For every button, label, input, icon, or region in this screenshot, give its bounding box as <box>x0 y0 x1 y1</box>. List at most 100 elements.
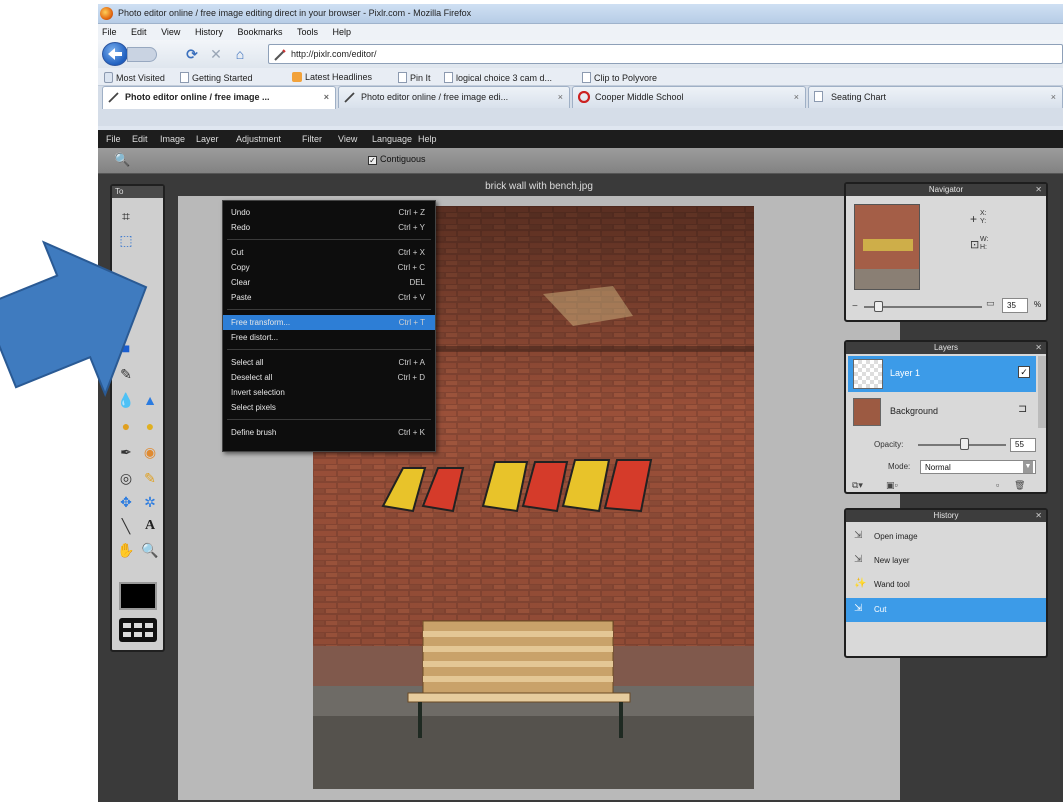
lock-icon[interactable]: ⊐ <box>1018 402 1027 415</box>
menu-tools[interactable]: Tools <box>297 24 318 40</box>
tab-close-icon[interactable]: × <box>324 87 329 107</box>
menu-item-shortcut: Ctrl + A <box>398 358 425 367</box>
red-eye-tool-icon[interactable]: ◎ <box>116 468 136 488</box>
tab-close-icon[interactable]: × <box>1051 87 1056 107</box>
menu-edit[interactable]: Edit <box>131 24 147 40</box>
layers-scrollbar[interactable] <box>1038 356 1046 428</box>
app-menu-adjustment[interactable]: Adjustment <box>236 134 281 144</box>
close-icon[interactable]: ✕ <box>1035 510 1042 522</box>
layer-styles-icon[interactable]: ⧉▾ <box>852 480 863 491</box>
color-picker-icon[interactable]: ✒ <box>116 442 136 462</box>
menu-item-select-all[interactable]: Select all Ctrl + A <box>223 355 435 370</box>
menu-item-paste[interactable]: Paste Ctrl + V <box>223 290 435 305</box>
bookmark-label: Most Visited <box>116 73 165 83</box>
menu-item-label: Clear <box>231 278 251 287</box>
menu-item-shortcut: Ctrl + K <box>398 428 425 437</box>
hand-tool-icon[interactable]: ✋ <box>116 540 136 560</box>
close-icon[interactable]: ✕ <box>1035 342 1042 354</box>
sponge-tool-icon[interactable]: ● <box>140 416 160 436</box>
menu-history[interactable]: History <box>195 24 223 40</box>
tab-pixlr-2[interactable]: Photo editor online / free image edi... … <box>338 86 570 108</box>
app-menu-view[interactable]: View <box>338 134 357 144</box>
delete-layer-icon[interactable]: 🗑 <box>1014 480 1025 491</box>
history-label: Cut <box>874 605 887 614</box>
menu-item-copy[interactable]: Copy Ctrl + C <box>223 260 435 275</box>
url-text: http://pixlr.com/editor/ <box>291 49 377 59</box>
app-menu-file[interactable]: File <box>106 134 121 144</box>
crosshair-icon: + <box>970 212 978 226</box>
stop-icon[interactable]: ✕ <box>208 46 224 62</box>
history-item-cut[interactable]: ⇲ Cut <box>846 598 1046 622</box>
app-menu-image[interactable]: Image <box>160 134 185 144</box>
menu-item-shortcut: Ctrl + Y <box>398 223 425 232</box>
zoom-tool-icon[interactable]: 🔍 <box>140 540 160 560</box>
navigator-thumbnail[interactable] <box>854 204 920 290</box>
layer-row-layer-1[interactable]: Layer 1 ✓ <box>848 356 1036 392</box>
menu-item-select-pixels[interactable]: Select pixels <box>223 400 435 415</box>
bookmark-getting-started[interactable]: Getting Started <box>180 72 253 83</box>
zoom-slider-handle[interactable] <box>874 301 883 312</box>
draw-tool-icon[interactable]: ╲ <box>116 516 136 536</box>
contiguous-checkbox[interactable]: ✓ Contiguous <box>368 154 426 165</box>
app-menubar: File Edit Image Layer Adjustment Filter … <box>98 130 1063 148</box>
bookmark-latest-headlines[interactable]: Latest Headlines <box>292 72 372 82</box>
most-visited-icon <box>104 72 113 83</box>
menu-item-free-distort[interactable]: Free distort... <box>223 330 435 345</box>
crop-tool-icon[interactable]: ⌗ <box>116 206 136 226</box>
layer-visibility-checkbox[interactable]: ✓ <box>1018 366 1030 378</box>
mask-icon[interactable]: ▣▫ <box>886 480 898 491</box>
zoom-in-icon[interactable]: ▭ <box>986 298 995 309</box>
menu-item-clear[interactable]: Clear DEL <box>223 275 435 290</box>
opacity-slider-handle[interactable] <box>960 438 969 450</box>
bookmark-most-visited[interactable]: Most Visited <box>104 72 165 83</box>
menu-item-deselect-all[interactable]: Deselect all Ctrl + D <box>223 370 435 385</box>
spot-heal-icon[interactable]: ✎ <box>140 468 160 488</box>
bookmark-logical-choice[interactable]: logical choice 3 cam d... <box>444 72 552 83</box>
app-menu-layer[interactable]: Layer <box>196 134 219 144</box>
app-menu-language[interactable]: Language <box>372 134 412 144</box>
new-layer-icon[interactable]: ▫ <box>996 480 999 490</box>
menu-item-cut[interactable]: Cut Ctrl + X <box>223 245 435 260</box>
menu-file[interactable]: File <box>102 24 117 40</box>
app-menu-edit[interactable]: Edit <box>132 134 148 144</box>
grid-toggle-button[interactable] <box>119 618 157 642</box>
back-button[interactable] <box>102 42 128 66</box>
opacity-input[interactable]: 55 <box>1010 438 1036 452</box>
menu-view[interactable]: View <box>161 24 180 40</box>
menu-item-invert-selection[interactable]: Invert selection <box>223 385 435 400</box>
move-tool-icon[interactable]: ✥ <box>116 492 136 512</box>
history-item-open-image[interactable]: ⇲ Open image <box>848 526 1044 548</box>
app-menu-filter[interactable]: Filter <box>302 134 322 144</box>
forward-button[interactable] <box>127 47 157 62</box>
tab-close-icon[interactable]: × <box>558 87 563 107</box>
text-tool-icon[interactable]: A <box>140 516 160 536</box>
zoom-input[interactable]: 35 <box>1002 298 1028 313</box>
menu-bookmarks[interactable]: Bookmarks <box>237 24 282 40</box>
foreground-color-swatch[interactable] <box>119 582 157 610</box>
bookmark-clip-to-polyvore[interactable]: Clip to Polyvore <box>582 72 657 83</box>
address-bar[interactable]: http://pixlr.com/editor/ <box>268 44 1063 64</box>
tab-seating-chart[interactable]: Seating Chart × <box>808 86 1063 108</box>
mode-select[interactable]: Normal ▼ <box>920 460 1036 474</box>
bookmark-pin-it[interactable]: Pin It <box>398 72 431 83</box>
home-icon[interactable]: ⌂ <box>232 46 248 62</box>
clone-tool-icon[interactable]: ◉ <box>140 442 160 462</box>
history-item-wand-tool[interactable]: ✨ Wand tool <box>848 574 1044 596</box>
menu-item-free-transform[interactable]: Free transform... Ctrl + T <box>223 315 435 330</box>
menu-item-redo[interactable]: Redo Ctrl + Y <box>223 220 435 235</box>
reload-icon[interactable]: ⟳ <box>184 46 200 62</box>
app-menu-help[interactable]: Help <box>418 134 437 144</box>
layer-row-background[interactable]: Background ⊐ <box>848 396 1036 428</box>
dodge-tool-icon[interactable]: ● <box>116 416 136 436</box>
tab-pixlr-active[interactable]: Photo editor online / free image ... × <box>102 86 336 109</box>
chevron-down-icon: ▼ <box>1023 461 1033 473</box>
menu-item-undo[interactable]: Undo Ctrl + Z <box>223 205 435 220</box>
zoom-out-icon[interactable]: − <box>852 301 858 312</box>
pinch-tool-icon[interactable]: ✲ <box>140 492 160 512</box>
tab-cooper-middle-school[interactable]: Cooper Middle School × <box>572 86 806 108</box>
tab-close-icon[interactable]: × <box>794 87 799 107</box>
menu-help[interactable]: Help <box>333 24 352 40</box>
menu-item-define-brush[interactable]: Define brush Ctrl + K <box>223 425 435 440</box>
history-item-new-layer[interactable]: ⇲ New layer <box>848 550 1044 572</box>
close-icon[interactable]: ✕ <box>1035 184 1042 196</box>
